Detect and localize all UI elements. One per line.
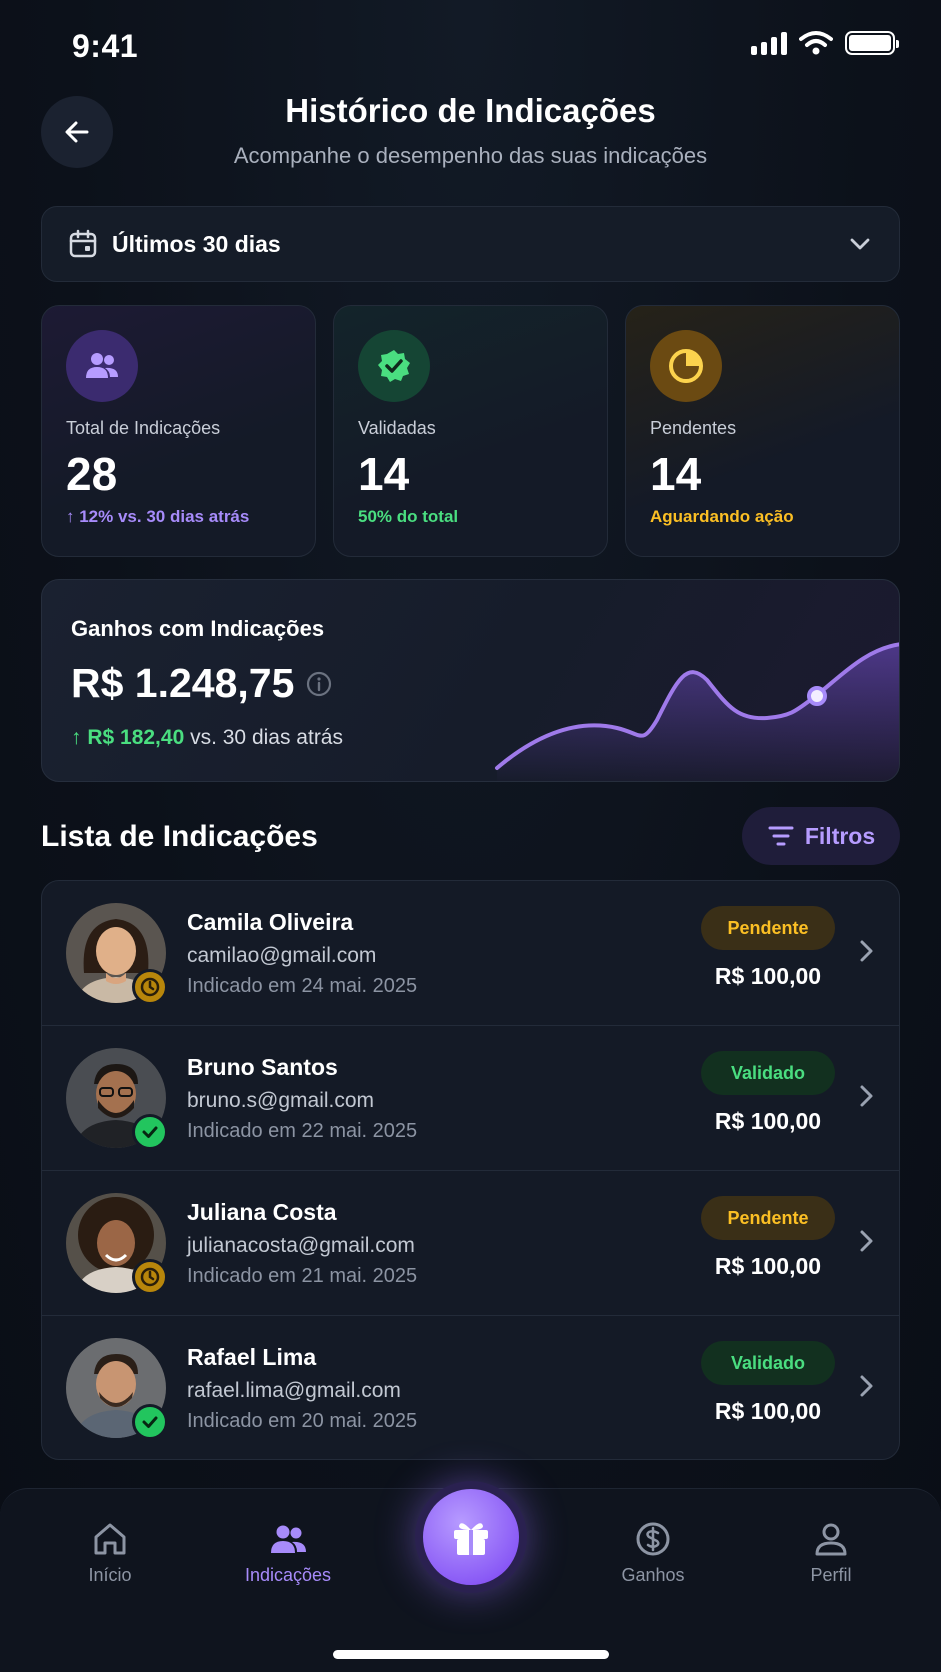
referral-amount: R$ 100,00	[714, 1398, 822, 1424]
page-title: Histórico de Indicações	[285, 92, 656, 129]
status-bar: 9:41	[0, 22, 941, 66]
referral-name: Rafael Lima	[187, 1344, 317, 1370]
earnings-sparkline	[495, 642, 899, 781]
battery-icon	[845, 31, 899, 55]
referral-email: camilao@gmail.com	[187, 944, 377, 967]
home-indicator[interactable]	[333, 1650, 609, 1659]
users-icon	[271, 1525, 306, 1553]
check-icon	[132, 1404, 168, 1440]
gift-button[interactable]	[415, 1481, 527, 1593]
stat-label: Pendentes	[650, 418, 737, 438]
user-icon	[815, 1523, 847, 1556]
referral-email: julianacosta@gmail.com	[187, 1234, 415, 1257]
earnings-delta-value: ↑ R$ 182,40	[71, 726, 185, 749]
status-icons	[751, 30, 899, 56]
nav-item-home[interactable]: Início	[40, 1519, 180, 1586]
stat-value: 28	[66, 448, 118, 500]
bottom-nav: Início Indicações Ganhos Perfil	[0, 1481, 941, 1672]
stat-label: Validadas	[358, 418, 436, 438]
page-subtitle: Acompanhe o desempenho das suas indicaçõ…	[233, 143, 708, 168]
referral-date: Indicado em 20 mai. 2025	[187, 1410, 418, 1432]
nav-item-earnings[interactable]: Ganhos	[583, 1519, 723, 1586]
verified-badge-icon	[358, 330, 430, 402]
referral-name: Juliana Costa	[187, 1199, 337, 1225]
filter-label: Filtros	[804, 822, 876, 849]
status-badge: Validado	[701, 1341, 835, 1385]
referral-name: Bruno Santos	[187, 1054, 338, 1080]
nav-label: Indicações	[244, 1565, 332, 1585]
period-select[interactable]: Últimos 30 dias	[41, 206, 900, 282]
pending-clock-icon	[132, 969, 168, 1005]
referral-email: bruno.s@gmail.com	[187, 1089, 375, 1112]
dollar-circle-icon	[636, 1522, 670, 1556]
earnings-delta-text: vs. 30 dias atrás	[184, 726, 343, 749]
referral-amount: R$ 100,00	[714, 1108, 822, 1134]
wifi-icon	[799, 31, 833, 55]
signal-icon	[751, 31, 787, 55]
users-icon	[66, 330, 138, 402]
referral-list: Camila Oliveira camilao@gmail.com Indica…	[41, 880, 900, 1460]
chevron-right-icon	[860, 1230, 873, 1252]
stat-percent: 50% do total	[358, 507, 459, 526]
gift-icon	[454, 1523, 488, 1555]
nav-item-profile[interactable]: Perfil	[761, 1519, 901, 1586]
nav-label: Início	[88, 1565, 132, 1585]
nav-label: Ganhos	[621, 1565, 685, 1585]
status-time: 9:41	[72, 28, 139, 64]
list-item[interactable]: Camila Oliveira camilao@gmail.com Indica…	[42, 881, 899, 1026]
referral-date: Indicado em 21 mai. 2025	[187, 1265, 418, 1287]
avatar	[66, 1338, 168, 1440]
referral-date: Indicado em 24 mai. 2025	[187, 975, 418, 997]
filter-icon	[768, 826, 794, 846]
earnings-title: Ganhos com Indicações	[71, 616, 325, 641]
status-badge: Pendente	[701, 906, 835, 950]
stat-card-validated[interactable]: Validadas 14 50% do total	[333, 305, 608, 557]
period-label: Últimos 30 dias	[112, 230, 281, 257]
avatar	[66, 1193, 168, 1295]
nav-label: Perfil	[810, 1565, 852, 1585]
info-icon[interactable]	[306, 671, 332, 697]
pie-clock-icon	[650, 330, 722, 402]
screen: 9:41 Histórico de Indicações Acompanhe o…	[0, 0, 941, 1672]
avatar	[66, 903, 168, 1005]
stat-card-total[interactable]: Total de Indicações 28 ↑ 12% vs. 30 dias…	[41, 305, 316, 557]
chevron-right-icon	[860, 1375, 873, 1397]
stat-label: Total de Indicações	[66, 418, 221, 438]
stat-card-pending[interactable]: Pendentes 14 Aguardando ação	[625, 305, 900, 557]
stat-trend: ↑ 12% vs. 30 dias atrás	[66, 507, 250, 526]
list-item[interactable]: Bruno Santos bruno.s@gmail.com Indicado …	[42, 1026, 899, 1171]
status-badge: Validado	[701, 1051, 835, 1095]
referral-amount: R$ 100,00	[714, 963, 822, 989]
calendar-icon	[69, 229, 97, 258]
stat-value: 14	[650, 448, 702, 500]
status-badge: Pendente	[701, 1196, 835, 1240]
nav-item-referrals[interactable]: Indicações	[218, 1519, 358, 1586]
chevron-down-icon	[850, 238, 870, 250]
home-icon	[94, 1523, 126, 1555]
check-icon	[132, 1114, 168, 1150]
stat-value: 14	[358, 448, 410, 500]
avatar	[66, 1048, 168, 1150]
referral-date: Indicado em 22 mai. 2025	[187, 1120, 418, 1142]
stat-note: Aguardando ação	[650, 507, 794, 526]
filter-button[interactable]: Filtros	[742, 807, 900, 865]
chevron-right-icon	[860, 1085, 873, 1107]
referral-email: rafael.lima@gmail.com	[187, 1379, 401, 1402]
earnings-delta: ↑ R$ 182,40 vs. 30 dias atrás	[71, 726, 343, 750]
list-item[interactable]: Rafael Lima rafael.lima@gmail.com Indica…	[42, 1316, 899, 1459]
earnings-card[interactable]: Ganhos com Indicações R$ 1.248,75 ↑ R$ 1…	[41, 579, 900, 782]
list-item[interactable]: Juliana Costa julianacosta@gmail.com Ind…	[42, 1171, 899, 1316]
referral-name: Camila Oliveira	[187, 909, 354, 935]
list-title: Lista de Indicações	[41, 820, 318, 853]
chevron-right-icon	[860, 940, 873, 962]
earnings-value: R$ 1.248,75	[71, 660, 295, 706]
pending-clock-icon	[132, 1259, 168, 1295]
referral-amount: R$ 100,00	[714, 1253, 822, 1279]
